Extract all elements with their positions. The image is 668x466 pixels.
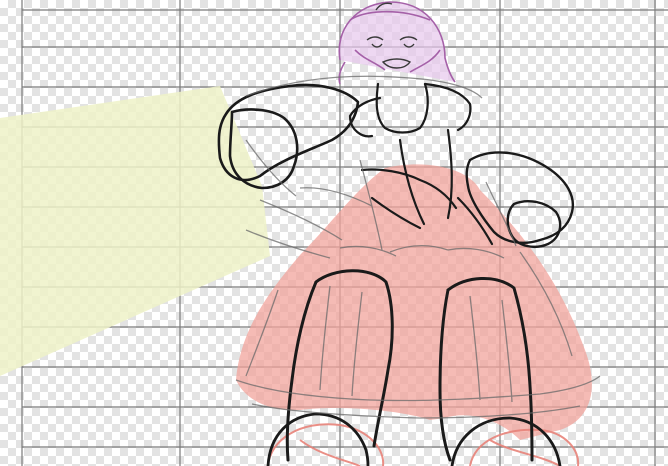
canvas-artwork <box>0 0 668 466</box>
light-cone-shape <box>0 86 270 376</box>
head-sketch <box>338 1 456 85</box>
drawing-canvas[interactable] <box>0 0 668 466</box>
